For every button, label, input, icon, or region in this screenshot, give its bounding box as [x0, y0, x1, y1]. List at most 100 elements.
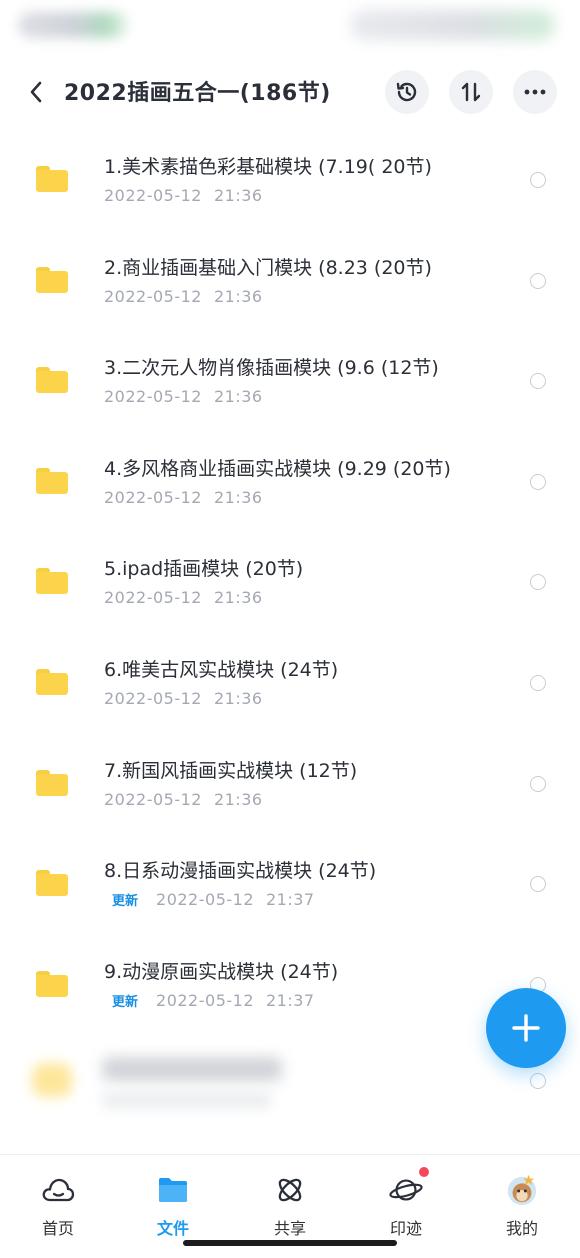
notification-dot [419, 1167, 429, 1177]
file-time: 21:36 [213, 487, 263, 507]
folder-icon [156, 1173, 190, 1207]
tab-home-label: 首页 [41, 1219, 74, 1238]
file-meta: 2022-05-12 21:36 [104, 488, 263, 507]
file-date: 2022-05-12 [104, 286, 202, 306]
file-item[interactable]: 7.新国风插画实战模块 (12节) 2022-05-12 21:36 [0, 732, 580, 833]
select-radio[interactable] [530, 473, 546, 490]
file-name: 5.ipad插画模块 (20节) [104, 558, 304, 581]
folder-icon [32, 1063, 72, 1098]
select-radio[interactable] [530, 172, 546, 188]
blurred-file-meta [102, 1091, 272, 1110]
file-item[interactable]: 4.多风格商业插画实战模块 (9.29 (20节) 2022-05-12 21:3… [0, 430, 580, 531]
select-radio[interactable] [530, 373, 546, 390]
file-meta: 2022-05-12 21:36 [104, 790, 263, 809]
tab-me-label: 我的 [505, 1219, 538, 1238]
file-time: 21:36 [213, 688, 263, 708]
file-list: 1.美术素描色彩基础模块 (7.19( 20节) 2022-05-12 21:36… [0, 128, 580, 1133]
status-bar-left-blurred [18, 12, 128, 38]
page-title: 2022插画五合一(186节) [64, 81, 331, 106]
file-time: 21:36 [213, 387, 263, 407]
atom-share-icon [273, 1173, 307, 1207]
tab-home[interactable]: 首页 [13, 1169, 103, 1249]
file-name: 4.多风格商业插画实战模块 (9.29 (20节) [104, 457, 451, 480]
file-date: 2022-05-12 [104, 789, 202, 809]
file-date: 2022-05-12 [104, 186, 202, 205]
file-meta: 2022-05-12 21:36 [104, 186, 263, 205]
select-radio[interactable] [530, 272, 546, 289]
sort-button[interactable] [449, 70, 493, 114]
add-button[interactable] [486, 988, 566, 1068]
file-meta: 2022-05-12 21:36 [104, 588, 263, 607]
file-meta: 2022-05-12 21:36 [104, 287, 263, 306]
select-radio[interactable] [530, 674, 546, 691]
tab-moments[interactable]: 印迹 [361, 1167, 451, 1249]
file-time: 21:36 [213, 588, 263, 608]
tab-moments-label: 印迹 [389, 1219, 422, 1238]
file-time: 21:36 [213, 789, 263, 809]
file-item[interactable]: 6.唯美古风实战模块 (24节) 2022-05-12 21:36 [0, 631, 580, 732]
tab-share-label: 共享 [273, 1219, 306, 1238]
status-bar-right-blurred [350, 10, 555, 40]
file-name: 8.日系动漫插画实战模块 (24节) [104, 860, 377, 883]
folder-icon [36, 568, 68, 595]
avatar [505, 1173, 539, 1207]
file-name: 9.动漫原画实战模块 (24节) [104, 960, 339, 983]
tab-share[interactable]: 共享 [245, 1169, 335, 1249]
folder-icon [36, 467, 68, 494]
back-button[interactable] [20, 74, 52, 110]
file-name: 2.商业插画基础入门模块 (8.23 (20节) [104, 256, 432, 279]
cloud-home-icon [41, 1173, 75, 1207]
file-item[interactable]: 8.日系动漫插画实战模块 (24节) 更新 2022-05-12 21:37 [0, 832, 580, 933]
file-time: 21:37 [266, 990, 315, 1010]
header: 2022插画五合一(186节) [0, 60, 580, 124]
update-badge: 更新 [112, 894, 139, 910]
file-date: 2022-05-12 [156, 990, 254, 1010]
blurred-file-name [102, 1057, 282, 1082]
tab-files[interactable]: 文件 [128, 1169, 218, 1249]
select-radio[interactable] [530, 1073, 546, 1090]
file-time: 21:37 [266, 890, 315, 910]
file-date: 2022-05-12 [156, 890, 254, 910]
history-button[interactable] [385, 70, 429, 114]
file-date: 2022-05-12 [104, 688, 202, 708]
file-meta: 更新 2022-05-12 21:37 [104, 890, 315, 909]
folder-icon [36, 668, 68, 695]
select-radio[interactable] [530, 775, 546, 792]
select-radio[interactable] [530, 876, 546, 893]
history-clock-icon [396, 82, 417, 102]
more-button[interactable] [513, 70, 557, 114]
file-date: 2022-05-12 [104, 387, 202, 407]
folder-icon [36, 970, 68, 997]
file-item[interactable]: 1.美术素描色彩基础模块 (7.19( 20节) 2022-05-12 21:36 [0, 128, 580, 229]
folder-icon [36, 266, 68, 293]
status-bar [0, 0, 580, 52]
folder-icon [36, 769, 68, 796]
more-dots-icon [524, 89, 546, 95]
file-name: 7.新国风插画实战模块 (12节) [104, 759, 358, 782]
tab-files-label: 文件 [156, 1219, 189, 1238]
file-date: 2022-05-12 [104, 588, 202, 608]
file-date: 2022-05-12 [104, 487, 202, 507]
file-meta: 更新 2022-05-12 21:37 [104, 991, 315, 1010]
folder-icon [36, 367, 68, 394]
sort-arrows-icon [461, 82, 481, 102]
file-meta: 2022-05-12 21:36 [104, 689, 263, 708]
file-meta: 2022-05-12 21:36 [104, 387, 263, 406]
chevron-left-icon [30, 81, 42, 103]
file-time: 21:36 [213, 186, 263, 205]
tab-me[interactable]: 我的 [477, 1169, 567, 1249]
file-name: 1.美术素描色彩基础模块 (7.19( 20节) [104, 156, 432, 178]
file-item[interactable]: 2.商业插画基础入门模块 (8.23 (20节) 2022-05-12 21:36 [0, 229, 580, 330]
planet-icon [389, 1167, 429, 1207]
folder-icon [36, 166, 68, 192]
file-name: 3.二次元人物肖像插画模块 (9.6 (12节) [104, 357, 439, 380]
plus-icon [512, 1014, 540, 1042]
file-name: 6.唯美古风实战模块 (24节) [104, 658, 339, 681]
update-badge: 更新 [112, 994, 139, 1010]
home-indicator[interactable] [183, 1240, 397, 1246]
folder-icon [36, 870, 68, 897]
file-time: 21:36 [213, 286, 263, 306]
select-radio[interactable] [530, 574, 546, 591]
file-item[interactable]: 3.二次元人物肖像插画模块 (9.6 (12节) 2022-05-12 21:36 [0, 329, 580, 430]
file-item[interactable]: 5.ipad插画模块 (20节) 2022-05-12 21:36 [0, 530, 580, 631]
